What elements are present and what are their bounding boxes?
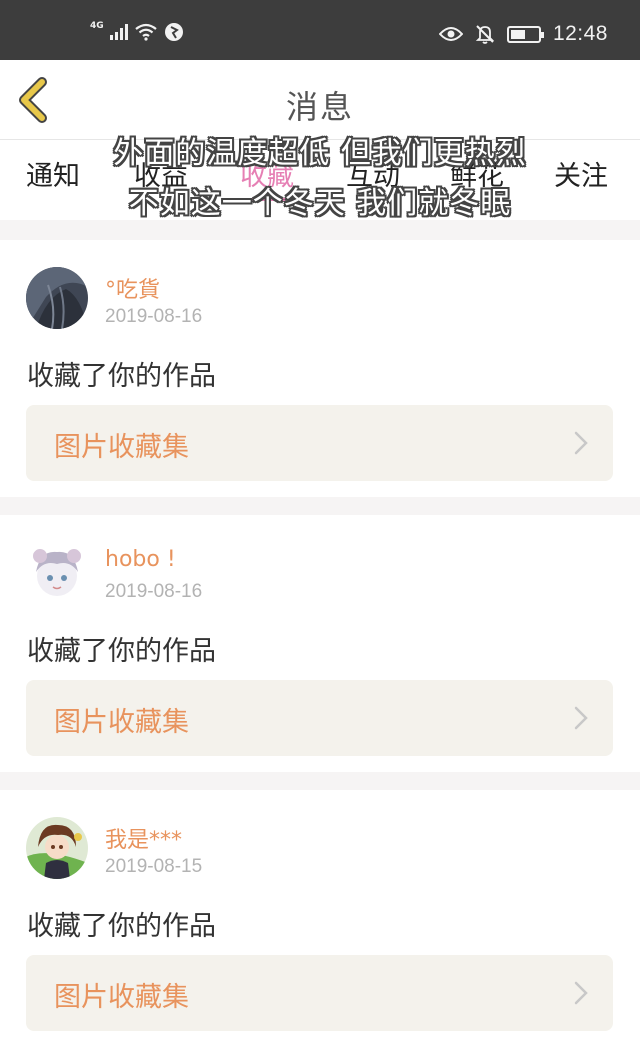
eye-icon (438, 27, 463, 41)
wifi-icon (134, 23, 157, 41)
user-name[interactable]: hobo ! (105, 547, 176, 572)
tab-notifications[interactable]: 通知 (26, 154, 80, 193)
collection-link[interactable]: 图片收藏集 (26, 955, 613, 1031)
user-name[interactable]: 我是*** (105, 822, 182, 854)
clock: 12:48 (552, 22, 608, 45)
avatar[interactable] (26, 267, 88, 329)
message-card: °吃貨 2019-08-16 收藏了你的作品 图片收藏集 (0, 240, 640, 497)
tab-flowers[interactable]: 鲜花 (450, 154, 504, 193)
battery-icon (506, 25, 544, 43)
message-date: 2019-08-16 (105, 306, 203, 327)
chevron-right-icon (574, 431, 588, 455)
message-card: hobo ! 2019-08-16 收藏了你的作品 图片收藏集 (0, 515, 640, 772)
tab-favorites[interactable]: 收藏 (240, 154, 294, 193)
collection-label: 图片收藏集 (54, 982, 189, 1013)
tab-earnings[interactable]: 收益 (134, 154, 188, 193)
bell-off-icon (475, 25, 495, 44)
message-feed[interactable]: °吃貨 2019-08-16 收藏了你的作品 图片收藏集 hobo ! 2019… (0, 220, 640, 1046)
user-name[interactable]: °吃貨 (105, 272, 160, 304)
collection-link[interactable]: 图片收藏集 (26, 405, 613, 481)
page-title: 消息 (285, 88, 354, 126)
active-tab-indicator (252, 198, 286, 201)
browser-icon (164, 23, 183, 41)
signal-icon (109, 24, 128, 40)
message-date: 2019-08-15 (105, 856, 203, 877)
message-text: 收藏了你的作品 (27, 636, 216, 667)
avatar[interactable] (26, 817, 88, 879)
status-right: 12:48 (438, 22, 608, 46)
tab-interactions[interactable]: 互动 (346, 154, 400, 193)
message-card: 我是*** 2019-08-15 收藏了你的作品 图片收藏集 (0, 790, 640, 1046)
message-date: 2019-08-16 (105, 581, 203, 602)
chevron-right-icon (574, 706, 588, 730)
chevron-right-icon (574, 981, 588, 1005)
status-bar: 4G 12:48 (0, 0, 640, 60)
message-text: 收藏了你的作品 (27, 911, 216, 942)
avatar[interactable] (26, 542, 88, 604)
collection-link[interactable]: 图片收藏集 (26, 680, 613, 756)
battery-level (510, 29, 525, 39)
status-left: 4G (90, 21, 184, 42)
message-text: 收藏了你的作品 (27, 361, 216, 392)
collection-label: 图片收藏集 (54, 432, 189, 463)
collection-label: 图片收藏集 (54, 707, 189, 738)
app-header: 消息 (0, 60, 640, 140)
tab-bar: 通知 收益 收藏 互动 鲜花 关注 (0, 140, 640, 220)
network-type: 4G (90, 21, 104, 31)
tab-follows[interactable]: 关注 (554, 154, 608, 193)
